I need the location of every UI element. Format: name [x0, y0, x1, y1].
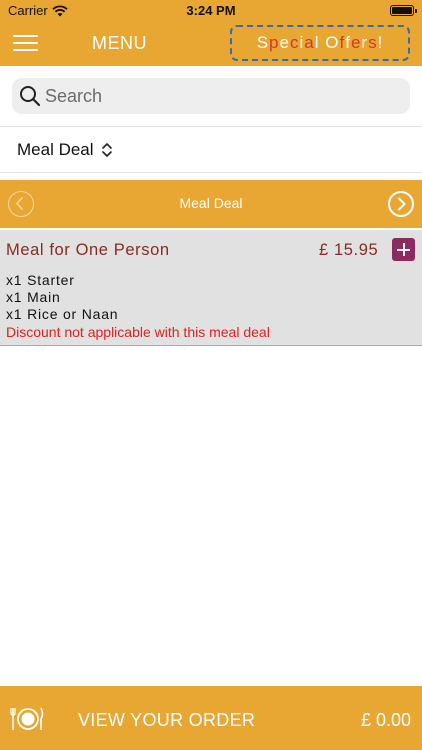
item-price: £ 15.95	[319, 241, 379, 259]
section-header: Meal Deal	[0, 180, 422, 228]
item-name: Meal for One Person	[6, 241, 170, 259]
special-offers-char: e	[279, 33, 290, 52]
view-order-bar[interactable]: VIEW YOUR ORDER £ 0.00	[0, 686, 422, 750]
special-offers-char: e	[350, 33, 362, 52]
special-offers-char: s	[368, 33, 378, 52]
battery-icon	[390, 5, 417, 16]
special-offers-char: a	[304, 33, 315, 52]
search-input[interactable]	[45, 85, 385, 107]
section-title: Meal Deal	[179, 195, 243, 211]
item-detail-main: x1 Main	[6, 289, 61, 305]
special-offers-char: p	[269, 33, 280, 52]
discount-note: Discount not applicable with this meal d…	[6, 324, 270, 340]
category-selector[interactable]: Meal Deal	[0, 127, 422, 173]
menu-icon[interactable]	[13, 35, 38, 51]
search-field[interactable]	[12, 78, 410, 114]
nav-bar: MENU Special Of f e r s!	[0, 20, 422, 66]
category-label: Meal Deal	[17, 139, 94, 159]
app-screen: Carrier 3:24 PM MENU Special Offers! Mea…	[0, 0, 422, 750]
chevron-right-icon	[398, 197, 406, 211]
nav-title: MENU	[92, 33, 147, 53]
special-offers-button[interactable]: Special Of f e r s!	[230, 25, 410, 61]
special-offers-char: !	[377, 33, 384, 52]
plate-cutlery-icon	[10, 707, 44, 730]
item-detail-starter: x1 Starter	[6, 272, 75, 288]
special-offers-char: S	[256, 33, 270, 52]
search-icon	[20, 86, 41, 107]
item-detail-rice: x1 Rice or Naan	[6, 306, 119, 322]
special-offers-char: c	[289, 33, 300, 52]
view-order-label: VIEW YOUR ORDER	[78, 710, 256, 730]
special-offers-char: r	[361, 33, 369, 52]
next-section-button[interactable]	[388, 191, 414, 217]
status-time: 3:24 PM	[186, 3, 236, 18]
sort-chevrons-icon	[101, 142, 112, 157]
menu-item-card[interactable]: Meal for One Person £ 15.95 x1 Starter x…	[0, 230, 422, 346]
order-total: £ 0.00	[360, 710, 411, 730]
search-bar	[0, 66, 422, 127]
status-bar: Carrier 3:24 PM	[0, 0, 422, 20]
add-item-button[interactable]	[392, 238, 415, 261]
special-offers-char: O	[325, 33, 340, 52]
